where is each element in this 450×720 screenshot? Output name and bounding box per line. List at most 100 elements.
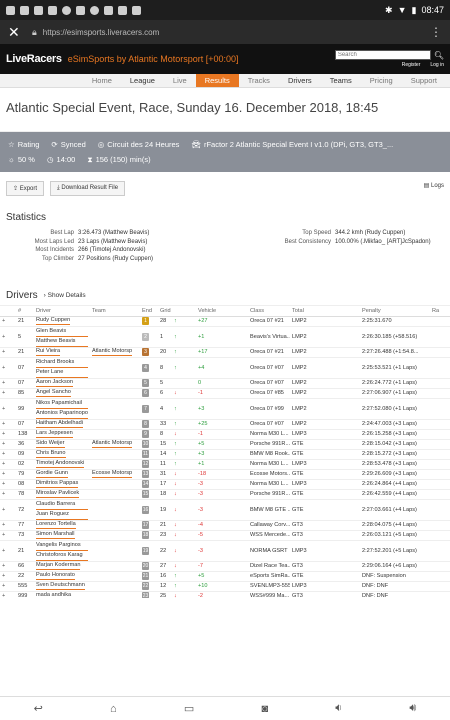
show-details-toggle[interactable]: › Show Details [44,292,86,299]
driver-link[interactable]: Sven Deutschmann [36,582,85,590]
logs-link[interactable]: ▤ Logs [424,182,444,189]
screenshot-icon[interactable]: ◙ [261,703,268,715]
table-row[interactable]: +78 Miroslav Pavlicek 15 18 ↓ -3 Porsche 991R.… [0,489,450,500]
plus-icon[interactable]: + [2,334,5,340]
plus-icon[interactable]: + [2,349,5,355]
plus-icon[interactable]: + [2,441,5,447]
plus-icon[interactable]: + [2,461,5,467]
plus-icon[interactable]: + [2,390,5,396]
export-button[interactable]: ⇪ Export [6,180,45,196]
table-row[interactable]: +02 Timotej Andonovski 12 11 ↑ +1 Norma M30 L.… [0,459,450,470]
browser-menu-icon[interactable]: ⋮ [430,25,442,39]
driver-link[interactable]: Sido Weijer [36,440,65,448]
plus-icon[interactable]: + [2,471,5,477]
site-title[interactable]: eSimSports by Atlantic Motorsport [+00:0… [68,54,329,64]
expand-toggle[interactable]: + [0,540,16,562]
driver-link[interactable]: Gordie Gunn [36,470,69,478]
search-input[interactable] [334,50,431,60]
driver-link[interactable]: Nikos Papamichail [36,399,88,409]
col-team[interactable]: Team [90,306,140,317]
plus-icon[interactable]: + [2,583,5,589]
expand-toggle[interactable]: + [0,489,16,500]
table-row[interactable]: +555 Sven Deutschmann 22 12 ↑ +10 SVENLMP3-555… [0,581,450,592]
close-tab-icon[interactable]: ✕ [8,24,26,41]
driver-link[interactable]: Lars Jeppesen [36,430,73,438]
table-row[interactable]: +22 Paulo Honorato 21 16 ↑ +5 eSports SimRa...… [0,571,450,582]
driver-link[interactable]: Richard Brooks [36,358,88,368]
team-link[interactable]: Ecosse Motorsp [92,470,133,478]
expand-toggle[interactable]: + [0,520,16,531]
expand-toggle[interactable]: + [0,316,16,327]
driver-link[interactable]: Timotej Andonovski [36,460,85,468]
table-row[interactable]: +999 mada andhika 23 25 ↓ -2 WSS#999 Ma... GT3 D… [0,591,450,598]
driver-link[interactable]: Marjan Koderman [36,562,81,570]
back-icon[interactable]: ↩ [34,702,43,715]
nav-support[interactable]: Support [402,74,446,87]
table-row[interactable]: +07 Haitham Abdelhadi 8 33 ↑ +25 Oreca 07 #07 L… [0,419,450,430]
table-row[interactable]: +73 Simon Marshall 18 23 ↓ -5 WSS Mercede... GT… [0,530,450,541]
nav-teams[interactable]: Teams [321,74,361,87]
table-row[interactable]: +99 Nikos Papamichail Antonios Paparinopo 7… [0,398,450,420]
expand-toggle[interactable]: + [0,591,16,598]
liveracers-logo[interactable]: LiveRacers [6,53,62,65]
table-row[interactable]: +85 Angel Sancho 6 6 ↓ -1 Oreca 07 #85 LMP2 2:27… [0,388,450,399]
home-icon[interactable]: ⌂ [110,703,117,715]
driver-link[interactable]: Peter Lane [36,368,88,377]
plus-icon[interactable]: + [2,532,5,538]
expand-toggle[interactable]: + [0,469,16,480]
driver-link[interactable]: Claudio Barrera [36,500,88,510]
table-row[interactable]: +08 Dimitrios Pappas 14 17 ↓ -3 Norma M30 L...… [0,479,450,490]
plus-icon[interactable]: + [2,451,5,457]
plus-icon[interactable]: + [2,421,5,427]
volume-down-icon[interactable]: 🔉︎ [335,702,342,715]
driver-link[interactable]: Simon Marshall [36,531,75,539]
col-total[interactable]: Total [290,306,361,317]
plus-icon[interactable]: + [2,573,5,579]
expand-toggle[interactable]: + [0,561,16,572]
driver-link[interactable]: Miroslav Pavlicek [36,490,80,498]
expand-toggle[interactable]: + [0,530,16,541]
expand-toggle[interactable]: + [0,581,16,592]
expand-toggle[interactable]: + [0,439,16,450]
table-row[interactable]: +72 Claudio Barrera Juan Roguez 16 19 ↓ -3 BMW … [0,499,450,521]
col-end[interactable]: End [140,306,158,317]
star-icon[interactable]: ☆ [8,140,15,149]
driver-link[interactable]: Lorenzo Tortella [36,521,76,529]
table-row[interactable]: +79 Gordie Gunn Ecosse Motorsp 13 31 ↓ -18 Ecos… [0,469,450,480]
driver-link[interactable]: Vangelis Parginos [36,541,88,551]
col-rating[interactable]: Ra [430,306,450,317]
driver-link[interactable]: Rui Vieira [36,348,61,356]
table-row[interactable]: +138 Lars Jeppesen 9 8 ↓ -1 Norma M30 L... LMP3… [0,429,450,440]
url-field[interactable]: https://esimsports.liveracers.com [43,28,430,37]
plus-icon[interactable]: + [2,380,5,386]
plus-icon[interactable]: + [2,481,5,487]
expand-toggle[interactable]: + [0,378,16,389]
nav-drivers[interactable]: Drivers [279,74,321,87]
table-row[interactable]: +21 Rui Vieira Atlantic Motorsp 3 20 ↑ +17 Orec… [0,347,450,358]
expand-toggle[interactable]: + [0,429,16,440]
plus-icon[interactable]: + [2,431,5,437]
expand-toggle[interactable]: + [0,398,16,420]
volume-up-icon[interactable]: 🔊︎ [409,702,416,715]
plus-icon[interactable]: + [2,548,5,554]
driver-link[interactable]: Paulo Honorato [36,572,75,580]
expand-toggle[interactable]: + [0,357,16,379]
table-row[interactable]: +77 Lorenzo Tortella 17 21 ↓ -4 Callaway Corv.… [0,520,450,531]
driver-link[interactable]: Christoforos Karag [36,551,88,560]
col-grid[interactable]: Grid [158,306,197,317]
table-row[interactable]: +07 Aaron Jackson 5 5 0 Oreca 07 #07 LMP2 2:26:… [0,378,450,389]
driver-link[interactable]: mada andhika [36,592,71,598]
col-penalty[interactable]: Penalty [360,306,431,317]
expand-toggle[interactable]: + [0,479,16,490]
nav-results[interactable]: Results [195,74,239,87]
driver-link[interactable]: Haitham Abdelhadi [36,420,83,428]
plus-icon[interactable]: + [2,406,5,412]
driver-link[interactable]: Rudy Cuppen [36,317,71,325]
expand-toggle[interactable]: + [0,499,16,521]
plus-icon[interactable]: + [2,522,5,528]
col-vehicle[interactable]: Vehicle [196,306,249,317]
nav-league[interactable]: League [121,74,164,87]
table-row[interactable]: +07 Richard Brooks Peter Lane 4 8 ↑ +4 Oreca 07… [0,357,450,379]
table-row[interactable]: +09 Chris Bruno 11 14 ↑ +3 BMW M8 Rook... GTE 2:… [0,449,450,460]
register-link[interactable]: Register [402,62,421,68]
